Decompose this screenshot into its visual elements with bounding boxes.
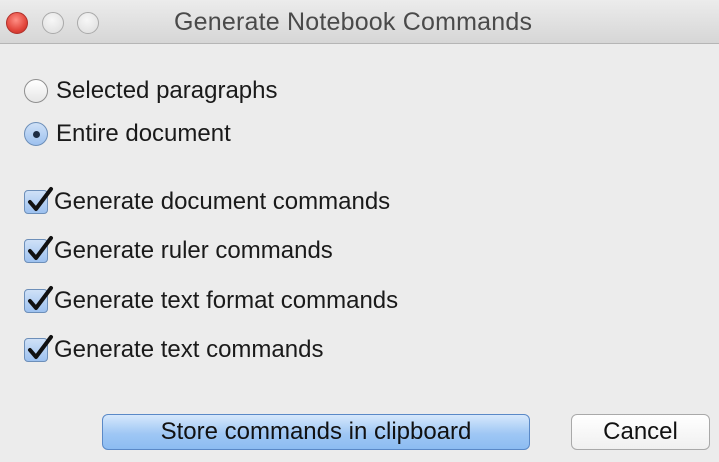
radio-button-selected-icon[interactable] (24, 122, 48, 146)
zoom-window-icon[interactable] (77, 12, 99, 34)
checkbox-checked-icon[interactable] (24, 236, 53, 263)
checkmark-icon (28, 187, 53, 211)
checkmark-icon (28, 286, 53, 310)
checkmark-icon (28, 335, 53, 359)
radio-selected-paragraphs[interactable]: Selected paragraphs (24, 74, 277, 108)
close-window-icon[interactable] (6, 12, 28, 34)
checkbox-label-ruler-commands: Generate ruler commands (54, 237, 333, 264)
radio-button-icon[interactable] (24, 79, 48, 103)
cancel-button[interactable]: Cancel (571, 414, 710, 450)
dialog-window: Generate Notebook Commands Selected para… (0, 0, 719, 462)
checkbox-label-text-commands: Generate text commands (54, 336, 324, 363)
checkbox-ruler-commands[interactable]: Generate ruler commands (24, 234, 333, 268)
checkbox-document-commands[interactable]: Generate document commands (24, 185, 390, 219)
radio-entire-document[interactable]: Entire document (24, 117, 231, 151)
checkbox-text-commands[interactable]: Generate text commands (24, 333, 323, 367)
checkbox-checked-icon[interactable] (24, 335, 53, 362)
checkbox-checked-icon[interactable] (24, 187, 53, 214)
checkbox-checked-icon[interactable] (24, 286, 53, 313)
radio-dot-icon (33, 131, 40, 138)
radio-label-entire-document: Entire document (56, 120, 231, 147)
store-commands-button[interactable]: Store commands in clipboard (102, 414, 530, 450)
minimize-window-icon[interactable] (42, 12, 64, 34)
title-bar[interactable]: Generate Notebook Commands (0, 0, 719, 44)
checkbox-label-document-commands: Generate document commands (54, 188, 391, 215)
window-title: Generate Notebook Commands (174, 8, 533, 36)
checkbox-label-text-format-commands: Generate text format commands (54, 287, 399, 314)
radio-label-selected-paragraphs: Selected paragraphs (56, 77, 278, 104)
checkbox-text-format-commands[interactable]: Generate text format commands (24, 284, 398, 318)
checkmark-icon (28, 236, 53, 260)
